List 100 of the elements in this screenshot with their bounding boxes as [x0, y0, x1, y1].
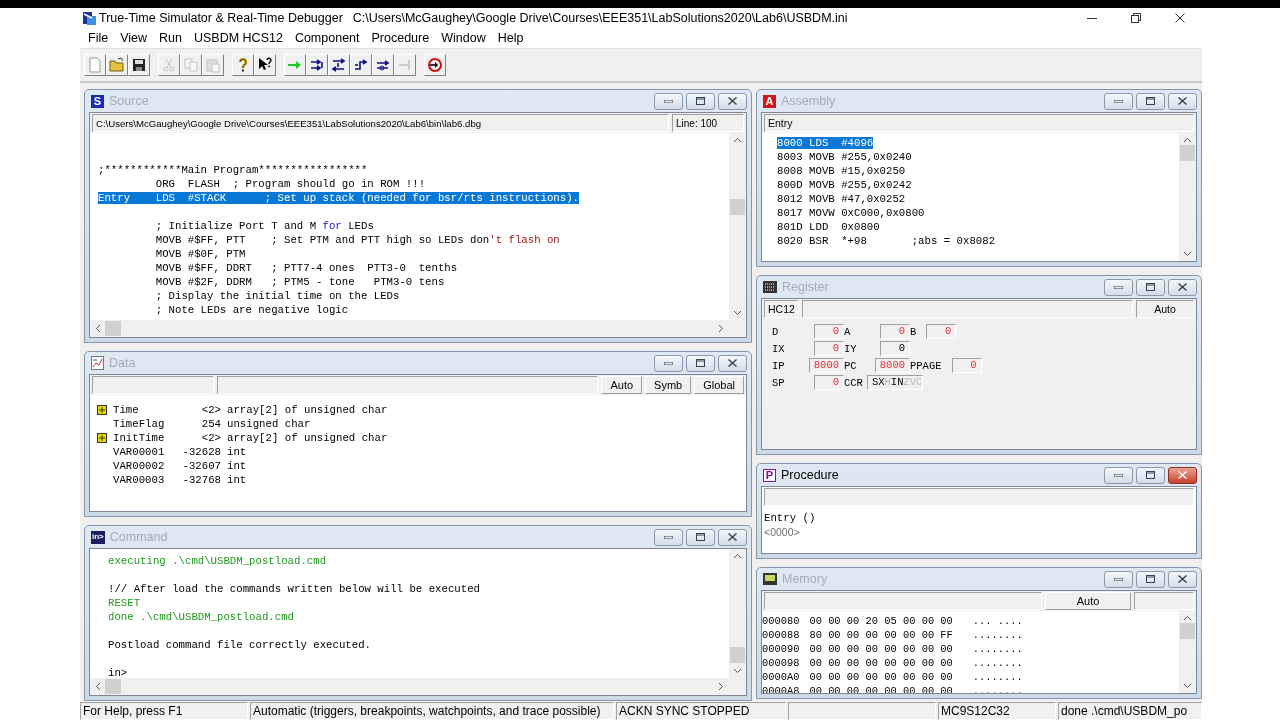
maximize-button[interactable] — [1136, 92, 1165, 110]
chevron-left-icon — [95, 324, 101, 333]
close-icon — [1178, 97, 1187, 105]
close-button[interactable] — [718, 528, 747, 546]
pane-title: Command — [109, 530, 168, 544]
menu-item[interactable]: USBDM HCS12 — [187, 29, 289, 47]
window-badge: in> — [91, 530, 105, 544]
step-out-icon — [353, 57, 369, 73]
code-line: MOVB #$FF, PTT ; Set PTM and PTT high so LEDs don't flash on — [154, 234, 560, 246]
scrollbar[interactable] — [90, 320, 729, 337]
toolbar-button[interactable] — [232, 54, 254, 76]
menu-item[interactable]: Component — [288, 29, 366, 47]
maximize-icon — [696, 97, 705, 105]
mode-button[interactable]: Auto — [1045, 592, 1131, 610]
register-value: 0 — [926, 324, 957, 339]
memory-bytes: 00 00 00 00 00 00 00 00 — [809, 656, 953, 670]
scroll-thumb[interactable] — [730, 199, 745, 215]
toolbar-button[interactable] — [128, 54, 150, 76]
pointer-question-icon — [257, 57, 273, 73]
mode-label: Auto — [1136, 300, 1194, 318]
console-line: executing .\cmd\USBDM_postload.cmd — [108, 555, 327, 567]
maximize-button[interactable] — [1136, 278, 1165, 296]
maximize-button[interactable] — [686, 354, 715, 372]
menu-item[interactable]: Procedure — [365, 29, 436, 47]
input-field[interactable] — [217, 376, 599, 394]
toolbar-button[interactable] — [328, 54, 350, 76]
close-icon — [1178, 575, 1187, 583]
code-line: ; Initialize Port T and M for LEDs — [154, 220, 374, 232]
menu-item[interactable]: Help — [491, 29, 530, 47]
chevron-up-icon — [1183, 615, 1192, 621]
scroll-thumb[interactable] — [105, 679, 121, 694]
scroll-thumb[interactable] — [1180, 145, 1195, 161]
file-path: C:\Users\McGaughey\Google Drive\Courses\EEE351\LabSolutions2020\Lab6\USBDM.ini — [352, 11, 848, 25]
assembly-step-icon — [375, 57, 391, 73]
maximize-button[interactable] — [686, 528, 715, 546]
close-icon — [1175, 13, 1185, 23]
toolbar-button[interactable] — [306, 54, 328, 76]
input-field[interactable] — [764, 488, 1194, 506]
register-label: PPAGE — [910, 359, 942, 372]
halt-icon — [397, 57, 413, 73]
register-value: 8000 — [808, 358, 844, 373]
monitor-icon — [763, 573, 777, 585]
input-field[interactable] — [801, 300, 1133, 318]
scrollbar[interactable] — [729, 549, 746, 678]
close-icon — [1178, 471, 1187, 479]
variable-type: array[2] of unsigned char — [227, 404, 388, 416]
maximize-button[interactable] — [1136, 570, 1165, 588]
mode-button[interactable]: Symb — [645, 376, 692, 394]
window-badge: P — [763, 468, 776, 482]
toolbar-button[interactable] — [254, 54, 276, 76]
scrollbar[interactable] — [1179, 133, 1196, 261]
variable-name: VAR00003 — [113, 474, 166, 486]
toolbar-button[interactable] — [372, 54, 394, 76]
menu-item[interactable]: File — [82, 29, 115, 47]
address-text: <0000> — [764, 526, 800, 538]
cpu-label: HC12 — [764, 300, 799, 318]
maximize-button[interactable] — [686, 92, 715, 110]
scrollbar[interactable] — [1179, 611, 1196, 693]
close-button[interactable] — [718, 92, 747, 110]
window-title: True-Time Simulator & Real-Time Debugger — [99, 11, 343, 25]
mode-button[interactable]: Global — [694, 376, 744, 394]
status-text: For Help, press F1 — [80, 702, 248, 720]
variable-value: -32607 — [181, 460, 221, 472]
menu-item[interactable]: Window — [435, 29, 492, 47]
register-value: 0 — [880, 324, 910, 339]
close-button[interactable] — [1168, 278, 1197, 296]
status-text: done .\cmd\USBDM_po — [1058, 702, 1202, 720]
close-button[interactable] — [718, 354, 747, 372]
scroll-thumb[interactable] — [1180, 623, 1195, 639]
memory-ascii: ........ — [972, 656, 1023, 670]
maximize-button[interactable] — [1136, 466, 1165, 484]
close-button[interactable] — [1168, 570, 1197, 588]
scroll-thumb[interactable] — [105, 321, 121, 336]
stack-frame: Entry () — [764, 512, 816, 524]
mode-button[interactable]: Auto — [601, 376, 643, 394]
register-label: D — [772, 325, 779, 338]
status-text: ACKN SYNC STOPPED — [616, 702, 786, 720]
close-button[interactable] — [1168, 92, 1197, 110]
scroll-thumb[interactable] — [730, 647, 745, 663]
scrollbar[interactable] — [729, 133, 746, 320]
toolbar-button[interactable] — [350, 54, 372, 76]
variable-value: -32768 — [181, 474, 221, 486]
menu-item[interactable]: Run — [153, 29, 188, 47]
copy-icon — [183, 57, 199, 73]
menu-item[interactable]: View — [114, 29, 154, 47]
input-field[interactable] — [1134, 592, 1194, 610]
minimize-icon — [1114, 577, 1123, 581]
register-value: 0 — [880, 341, 910, 356]
toolbar-button[interactable] — [424, 54, 446, 76]
input-field[interactable] — [764, 592, 1042, 610]
code-line: MOVB #$FF, DDRT ; PTT7-4 ones PTT3-0 tenths — [154, 262, 458, 274]
file-path-field: C:\Users\McGaughey\Google Drive\Courses\EEE351\LabSolutions2020\Lab6\bin\lab6.dbg — [92, 114, 669, 132]
memory-address: 000098 — [762, 656, 800, 670]
code-line: ;************Main Program***************** — [98, 164, 368, 176]
scrollbar[interactable] — [90, 678, 729, 695]
register-label: CCR — [844, 376, 863, 389]
input-field[interactable] — [92, 376, 214, 394]
close-button[interactable] — [1168, 466, 1197, 484]
memory-ascii: ........ — [972, 670, 1023, 684]
window-badge: S — [91, 94, 104, 108]
